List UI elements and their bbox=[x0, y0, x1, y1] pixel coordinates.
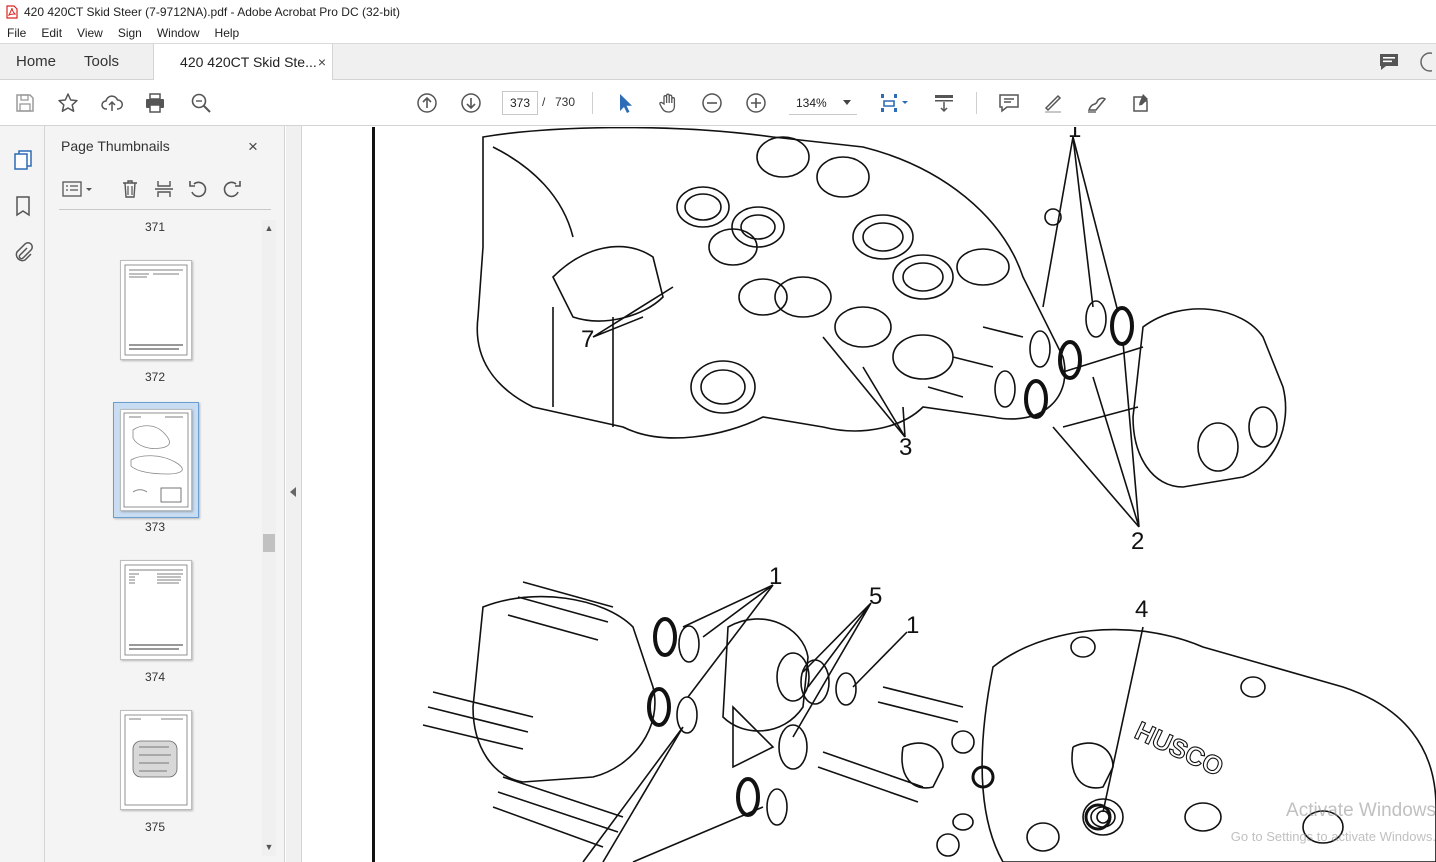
delete-page-icon[interactable] bbox=[118, 177, 142, 201]
thumbnail-image bbox=[120, 409, 192, 511]
callout-number: 4 bbox=[1135, 596, 1148, 623]
thumbnail-label: 374 bbox=[144, 670, 166, 684]
pane-title: Page Thumbnails bbox=[61, 138, 170, 154]
page-thumbnail-373-selected[interactable] bbox=[113, 402, 199, 518]
page-number-input[interactable]: 373 bbox=[502, 91, 538, 115]
page-separator: / bbox=[542, 95, 546, 109]
menu-file[interactable]: File bbox=[0, 26, 34, 40]
print-icon[interactable] bbox=[142, 90, 168, 116]
thumbnail-label: 375 bbox=[144, 820, 166, 834]
scroll-down-icon[interactable]: ▼ bbox=[264, 842, 274, 852]
previous-page-icon[interactable] bbox=[414, 90, 440, 116]
pane-splitter[interactable] bbox=[286, 126, 302, 862]
highlight-pen-icon[interactable] bbox=[1040, 90, 1066, 116]
bookmark-star-icon[interactable] bbox=[55, 90, 81, 116]
next-page-icon[interactable] bbox=[458, 90, 484, 116]
help-icon[interactable] bbox=[1418, 51, 1432, 73]
scroll-up-icon[interactable]: ▲ bbox=[264, 223, 274, 233]
exploded-valve-drawing: HUSCO 1 7 3 2 1 5 1 4 bbox=[422, 127, 1436, 862]
tab-tools[interactable]: Tools bbox=[72, 44, 135, 79]
select-cursor-icon[interactable] bbox=[612, 90, 638, 116]
comment-icon[interactable] bbox=[996, 90, 1022, 116]
husco-stamp: HUSCO bbox=[1130, 715, 1228, 782]
thumbnail-label: 371 bbox=[144, 220, 166, 234]
title-bar: 420 420CT Skid Steer (7-9712NA).pdf - Ad… bbox=[0, 0, 1436, 23]
tabrow-actions bbox=[1378, 44, 1436, 79]
menu-sign[interactable]: Sign bbox=[111, 26, 150, 40]
toolbar-divider bbox=[592, 92, 593, 114]
menu-view[interactable]: View bbox=[70, 26, 111, 40]
scroll-mode-icon[interactable] bbox=[931, 90, 957, 116]
thumbnail-label: 372 bbox=[144, 370, 166, 384]
zoom-out-icon[interactable] bbox=[699, 90, 725, 116]
callout-number: 1 bbox=[906, 612, 919, 639]
zoom-level-value: 134% bbox=[796, 95, 827, 110]
thumbnail-tools bbox=[59, 176, 271, 210]
activate-windows-watermark: Activate Windows bbox=[1286, 800, 1436, 821]
fit-page-icon[interactable] bbox=[876, 90, 912, 116]
tab-home[interactable]: Home bbox=[0, 44, 72, 79]
menu-bar: File Edit View Sign Window Help bbox=[0, 23, 1436, 43]
upload-cloud-icon[interactable] bbox=[99, 90, 125, 116]
toolbar: 373 / 730 134% bbox=[0, 80, 1436, 126]
rotate-right-icon[interactable] bbox=[220, 177, 244, 201]
bookmarks-icon[interactable] bbox=[11, 194, 35, 218]
callout-number: 5 bbox=[869, 583, 882, 610]
callout-number: 1 bbox=[1068, 127, 1081, 143]
hand-tool-icon[interactable] bbox=[655, 90, 681, 116]
zoom-in-icon[interactable] bbox=[743, 90, 769, 116]
save-icon[interactable] bbox=[12, 90, 38, 116]
page-thumbnails-icon[interactable] bbox=[11, 148, 35, 172]
collapse-pane-icon[interactable] bbox=[290, 487, 296, 497]
menu-help[interactable]: Help bbox=[208, 26, 248, 40]
callout-number: 1 bbox=[769, 563, 782, 590]
zoom-level-select[interactable]: 134% bbox=[789, 91, 857, 115]
tab-row: Home Tools 420 420CT Skid Ste... × bbox=[0, 43, 1436, 80]
navigation-rail bbox=[0, 126, 45, 862]
menu-edit[interactable]: Edit bbox=[34, 26, 70, 40]
tab-document[interactable]: 420 420CT Skid Ste... × bbox=[153, 44, 334, 80]
activate-windows-subtext: Go to Settings to activate Windows. bbox=[1230, 829, 1436, 844]
scrollbar-thumb[interactable] bbox=[263, 534, 275, 552]
document-tab-label: 420 420CT Skid Ste... bbox=[180, 54, 317, 70]
acrobat-icon bbox=[6, 4, 18, 19]
comment-bubble-icon[interactable] bbox=[1378, 52, 1400, 72]
extract-page-icon[interactable] bbox=[152, 177, 176, 201]
page-thumbnail-372[interactable] bbox=[120, 260, 192, 360]
page-thumbnail-375[interactable] bbox=[120, 710, 192, 810]
edit-pdf-icon[interactable] bbox=[1128, 90, 1154, 116]
page-thumbnail-374[interactable] bbox=[120, 560, 192, 660]
document-view[interactable]: HUSCO 1 7 3 2 1 5 1 4 Activate Windows G… bbox=[303, 127, 1436, 862]
callout-number: 2 bbox=[1131, 528, 1144, 555]
window-title: 420 420CT Skid Steer (7-9712NA).pdf - Ad… bbox=[24, 4, 400, 19]
find-zoom-icon[interactable] bbox=[188, 90, 214, 116]
chevron-down-icon bbox=[843, 100, 851, 105]
thumbnail-label: 373 bbox=[144, 520, 166, 534]
page-thumbnails-pane: Page Thumbnails × 371 372 373 374 375 bbox=[45, 126, 285, 862]
attachments-icon[interactable] bbox=[11, 240, 35, 264]
close-tab-button[interactable]: × bbox=[318, 54, 326, 70]
rotate-left-icon[interactable] bbox=[186, 177, 210, 201]
draw-sign-icon[interactable] bbox=[1084, 90, 1110, 116]
options-menu-icon[interactable] bbox=[61, 177, 95, 201]
callout-number: 7 bbox=[581, 326, 594, 353]
toolbar-divider bbox=[976, 92, 977, 114]
close-pane-button[interactable]: × bbox=[248, 137, 258, 157]
total-pages: 730 bbox=[555, 95, 576, 109]
menu-window[interactable]: Window bbox=[150, 26, 208, 40]
callout-number: 3 bbox=[899, 434, 912, 461]
